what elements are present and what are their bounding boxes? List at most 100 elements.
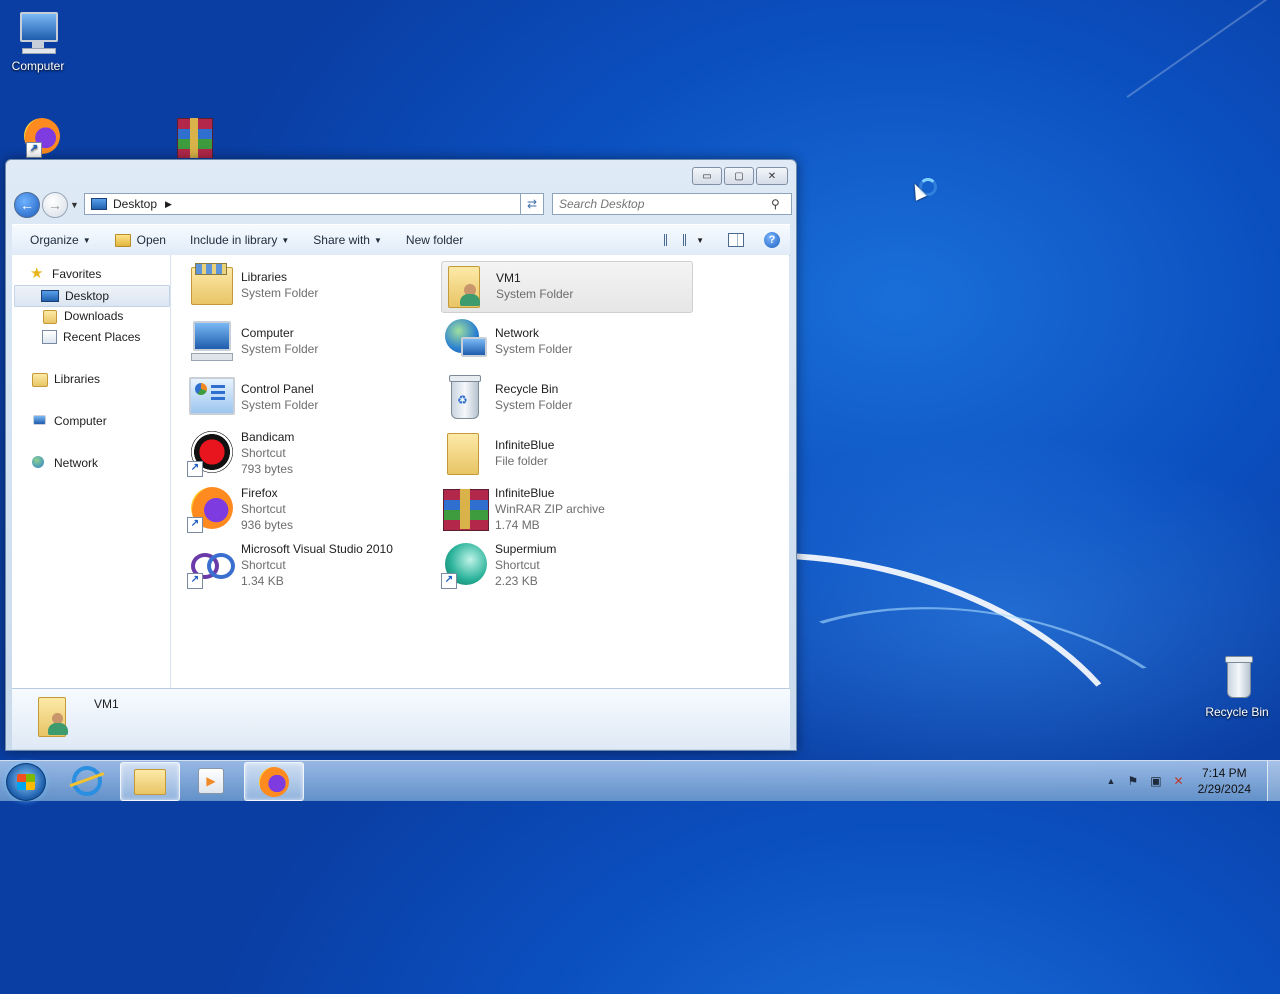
- item-control-panel[interactable]: Control Panel System Folder: [187, 373, 437, 423]
- item-vm1[interactable]: VM1 System Folder: [441, 261, 693, 313]
- busy-spinner-icon: [919, 178, 937, 196]
- window-controls: ▭ ▢ ✕: [692, 167, 788, 185]
- item-name: InfiniteBlue: [495, 438, 555, 452]
- taskbar: ▶ ▲ ⚑ ▣ ✕ 7:14 PM 2/29/2024: [0, 760, 1280, 801]
- desktop-location-icon: [91, 198, 107, 210]
- taskbar-internet-explorer[interactable]: [58, 762, 116, 799]
- nav-network[interactable]: Network: [32, 453, 188, 473]
- back-button[interactable]: ←: [14, 192, 40, 218]
- organize-label: Organize: [30, 233, 79, 247]
- forward-button[interactable]: →: [42, 192, 68, 218]
- computer-icon: [187, 317, 235, 365]
- address-bar[interactable]: Desktop ▶ ▼: [84, 193, 542, 215]
- winrar-archive-icon: [441, 485, 489, 533]
- item-size: 936 bytes: [241, 518, 294, 532]
- taskbar-windows-explorer[interactable]: [120, 762, 180, 801]
- nav-favorites[interactable]: ★ Favorites: [30, 264, 186, 284]
- search-icon[interactable]: ⚲: [771, 197, 780, 211]
- shortcut-arrow-icon: ↗: [441, 573, 457, 589]
- item-name: Recycle Bin: [495, 382, 559, 396]
- item-network[interactable]: Network System Folder: [441, 317, 691, 367]
- item-infiniteblue-zip[interactable]: InfiniteBlue WinRAR ZIP archive 1.74 MB: [441, 485, 691, 535]
- volume-muted-icon[interactable]: ✕: [1174, 774, 1184, 788]
- item-infiniteblue-folder[interactable]: InfiniteBlue File folder: [441, 429, 691, 479]
- taskbar-media-player[interactable]: ▶: [182, 762, 240, 799]
- item-supermium[interactable]: ↗ Supermium Shortcut 2.23 KB: [441, 541, 691, 591]
- share-with-button[interactable]: Share with ▼: [301, 225, 394, 255]
- visual-studio-infinity-icon: ↗: [187, 541, 235, 589]
- item-type: System Folder: [495, 398, 573, 412]
- item-bandicam[interactable]: ↗ Bandicam Shortcut 793 bytes: [187, 429, 437, 479]
- item-type: Shortcut: [241, 558, 286, 572]
- nav-computer[interactable]: Computer: [32, 411, 188, 431]
- item-type: System Folder: [241, 342, 319, 356]
- caret-down-icon: ▼: [82, 235, 91, 245]
- item-name: Firefox: [241, 486, 278, 500]
- view-options-dropdown-icon[interactable]: ▼: [696, 236, 704, 245]
- show-desktop-button[interactable]: [1267, 761, 1280, 801]
- libraries-icon: [32, 372, 48, 387]
- recent-places-icon: [42, 330, 57, 344]
- wallpaper-streak: [1126, 0, 1280, 98]
- help-icon[interactable]: ?: [764, 232, 780, 248]
- nav-desktop[interactable]: Desktop: [14, 285, 170, 307]
- include-in-library-button[interactable]: Include in library ▼: [178, 225, 301, 255]
- desktop-icon-winrar[interactable]: [149, 112, 225, 158]
- desktop-icon-recycle-bin[interactable]: Recycle Bin: [1199, 654, 1275, 719]
- desktop-icon-firefox[interactable]: ↗: [0, 112, 76, 163]
- item-name: VM1: [496, 271, 521, 285]
- action-center-flag-icon[interactable]: ⚑: [1127, 774, 1138, 788]
- organize-button[interactable]: Organize ▼: [12, 225, 103, 255]
- show-hidden-icons-icon[interactable]: ▲: [1107, 776, 1116, 786]
- firefox-icon: ↗: [187, 485, 235, 533]
- refresh-button[interactable]: ⇄: [520, 193, 544, 215]
- maximize-button[interactable]: ▢: [724, 167, 754, 185]
- details-pane: VM1: [12, 688, 790, 749]
- item-type: Shortcut: [495, 558, 540, 572]
- nav-libraries[interactable]: Libraries: [32, 369, 188, 389]
- search-input[interactable]: [553, 196, 771, 212]
- item-visual-studio-2010[interactable]: ↗ Microsoft Visual Studio 2010 Shortcut 1.…: [187, 541, 437, 591]
- explorer-window[interactable]: ▭ ▢ ✕ ← → ▼ Desktop ▶ ▼ ⇄ ⚲ Organize ▼ O…: [5, 159, 797, 751]
- clock[interactable]: 7:14 PM 2/29/2024: [1198, 765, 1251, 797]
- clock-time: 7:14 PM: [1201, 766, 1247, 780]
- nav-label: Favorites: [52, 267, 102, 281]
- history-dropdown-icon[interactable]: ▼: [70, 200, 79, 210]
- preview-pane-icon[interactable]: [728, 233, 744, 247]
- minimize-button[interactable]: ▭: [692, 167, 722, 185]
- item-name: Microsoft Visual Studio 2010: [241, 542, 393, 556]
- arrow-left-icon: ←: [20, 197, 34, 213]
- network-status-icon[interactable]: ▣: [1150, 774, 1161, 788]
- breadcrumb-chevron-icon[interactable]: ▶: [165, 199, 172, 210]
- item-name: Supermium: [495, 542, 557, 556]
- user-folder-icon: [36, 695, 76, 743]
- change-view-icon[interactable]: [664, 234, 687, 246]
- media-player-icon: ▶: [198, 767, 224, 794]
- nav-label: Downloads: [64, 309, 124, 323]
- item-firefox[interactable]: ↗ Firefox Shortcut 936 bytes: [187, 485, 437, 535]
- desktop-icon: [41, 290, 59, 302]
- nav-label: Libraries: [54, 372, 101, 386]
- item-libraries[interactable]: Libraries System Folder: [187, 261, 437, 311]
- item-type: Shortcut: [241, 446, 286, 460]
- supermium-icon: ↗: [441, 541, 489, 589]
- network-icon: [32, 456, 48, 470]
- system-tray: ▲ ⚑ ▣ ✕ 7:14 PM 2/29/2024: [1101, 761, 1280, 801]
- file-list: Libraries System Folder Computer System Fo…: [171, 255, 789, 688]
- open-button[interactable]: Open: [103, 225, 178, 255]
- new-folder-button[interactable]: New folder: [394, 225, 475, 255]
- item-recycle-bin[interactable]: ♻ Recycle Bin System Folder: [441, 373, 691, 423]
- item-size: 2.23 KB: [495, 574, 538, 588]
- desktop-icon-computer[interactable]: Computer: [0, 8, 76, 73]
- item-computer[interactable]: Computer System Folder: [187, 317, 437, 367]
- open-label: Open: [136, 233, 166, 247]
- desktop-icon-label: Recycle Bin: [1205, 705, 1269, 719]
- bandicam-icon: ↗: [187, 429, 235, 477]
- refresh-icon: ⇄: [526, 197, 538, 211]
- search-box[interactable]: ⚲: [552, 193, 792, 215]
- taskbar-firefox[interactable]: [244, 762, 304, 801]
- view-controls: ▼ ?: [664, 232, 790, 248]
- close-button[interactable]: ✕: [756, 167, 788, 185]
- start-button[interactable]: [6, 763, 46, 801]
- address-location[interactable]: Desktop: [113, 197, 157, 211]
